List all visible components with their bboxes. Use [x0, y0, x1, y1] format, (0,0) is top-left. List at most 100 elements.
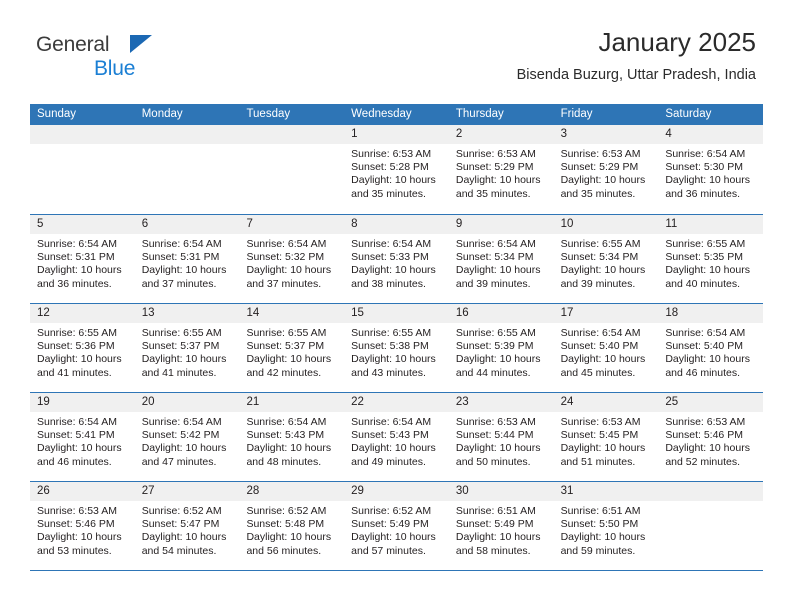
sunrise-text: Sunrise: 6:53 AM [351, 148, 432, 160]
calendar-day-cell[interactable]: 20 Sunrise: 6:54 AM Sunset: 5:42 PM Dayligh… [134, 393, 240, 481]
calendar-day-cell[interactable]: 5 Sunrise: 6:54 AM Sunset: 5:31 PM Daylight… [30, 215, 135, 303]
daylight-text-line2: and 58 minutes. [455, 544, 531, 557]
page-title: January 2025 [598, 27, 756, 57]
calendar-day-cell[interactable]: 16 Sunrise: 6:55 AM Sunset: 5:39 PM Dayligh… [448, 304, 554, 392]
calendar-day-cell[interactable]: 24 Sunrise: 6:53 AM Sunset: 5:45 PM Dayligh… [553, 393, 659, 481]
sunrise-text: Sunrise: 6:54 AM [37, 416, 117, 428]
calendar-page: General Blue January 2025 Bisenda Buzurg… [0, 0, 792, 612]
calendar-day-cell[interactable]: 26 Sunrise: 6:53 AM Sunset: 5:46 PM Dayligh… [30, 482, 135, 570]
sunset-text: Sunset: 5:45 PM [560, 429, 639, 442]
sunset-text: Sunset: 5:46 PM [37, 518, 115, 531]
day-details: Sunrise: 6:55 AM Sunset: 5:37 PM Daylight:… [239, 323, 344, 380]
daylight-text-line1: Daylight: 10 hours [37, 442, 122, 455]
calendar-day-cell[interactable]: 22 Sunrise: 6:54 AM Sunset: 5:43 PM Dayligh… [344, 393, 449, 481]
sunset-text: Sunset: 5:40 PM [665, 340, 743, 353]
day-number: 3 [553, 125, 659, 144]
sunset-text: Sunset: 5:34 PM [455, 251, 534, 264]
daylight-text-line2: and 51 minutes. [560, 455, 636, 468]
calendar-day-cell[interactable]: 8 Sunrise: 6:54 AM Sunset: 5:33 PM Daylight… [344, 215, 449, 303]
day-number: 6 [134, 215, 240, 234]
calendar-day-cell[interactable]: 14 Sunrise: 6:55 AM Sunset: 5:37 PM Dayligh… [239, 304, 345, 392]
day-number [658, 482, 764, 501]
day-details: Sunrise: 6:53 AM Sunset: 5:46 PM Daylight:… [30, 501, 135, 558]
daylight-text-line1: Daylight: 10 hours [351, 442, 436, 455]
calendar-day-cell[interactable]: 7 Sunrise: 6:54 AM Sunset: 5:32 PM Daylight… [239, 215, 345, 303]
daylight-text-line1: Daylight: 10 hours [455, 531, 541, 544]
day-number: 9 [448, 215, 554, 234]
calendar-day-cell[interactable]: 21 Sunrise: 6:54 AM Sunset: 5:43 PM Dayligh… [239, 393, 345, 481]
sunrise-text: Sunrise: 6:53 AM [455, 148, 536, 160]
day-number: 1 [344, 125, 449, 144]
calendar-day-cell[interactable]: 27 Sunrise: 6:52 AM Sunset: 5:47 PM Dayligh… [134, 482, 240, 570]
daylight-text-line1: Daylight: 10 hours [560, 531, 646, 544]
daylight-text-line1: Daylight: 10 hours [37, 531, 122, 544]
sunrise-text: Sunrise: 6:51 AM [455, 505, 536, 517]
day-number: 17 [553, 304, 659, 323]
general-blue-logo[interactable]: General Blue [36, 34, 156, 80]
calendar-day-cell[interactable]: 31 Sunrise: 6:51 AM Sunset: 5:50 PM Dayligh… [553, 482, 659, 570]
calendar-day-cell[interactable]: 6 Sunrise: 6:54 AM Sunset: 5:31 PM Daylight… [134, 215, 240, 303]
sunrise-text: Sunrise: 6:55 AM [560, 238, 641, 250]
daylight-text-line1: Daylight: 10 hours [560, 264, 646, 277]
daylight-text-line2: and 35 minutes. [455, 187, 531, 200]
weekday-header-thursday: Thursday [455, 108, 504, 120]
day-details: Sunrise: 6:54 AM Sunset: 5:43 PM Daylight:… [239, 412, 344, 469]
sunset-text: Sunset: 5:44 PM [455, 429, 534, 442]
calendar-week-row: 12 Sunrise: 6:55 AM Sunset: 5:36 PM Dayligh… [30, 303, 764, 392]
day-details: Sunrise: 6:51 AM Sunset: 5:49 PM Daylight:… [449, 501, 554, 558]
sunset-text: Sunset: 5:33 PM [351, 251, 429, 264]
day-number: 26 [30, 482, 135, 501]
day-number [30, 125, 135, 144]
day-number: 21 [239, 393, 345, 412]
daylight-text-line2: and 45 minutes. [560, 366, 636, 379]
daylight-text-line1: Daylight: 10 hours [665, 264, 750, 277]
calendar-day-cell[interactable]: 12 Sunrise: 6:55 AM Sunset: 5:36 PM Dayligh… [30, 304, 135, 392]
sunrise-text: Sunrise: 6:52 AM [141, 505, 222, 517]
calendar-day-cell[interactable]: 19 Sunrise: 6:54 AM Sunset: 5:41 PM Dayligh… [30, 393, 135, 481]
day-number: 8 [344, 215, 449, 234]
daylight-text-line2: and 39 minutes. [560, 277, 636, 290]
calendar-day-cell[interactable]: 29 Sunrise: 6:52 AM Sunset: 5:49 PM Dayligh… [344, 482, 449, 570]
logo-word-blue: Blue [94, 57, 136, 80]
day-number: 19 [30, 393, 135, 412]
day-details: Sunrise: 6:54 AM Sunset: 5:32 PM Daylight:… [239, 234, 344, 291]
calendar-day-cell[interactable]: 9 Sunrise: 6:54 AM Sunset: 5:34 PM Daylight… [448, 215, 554, 303]
calendar-day-cell[interactable]: 11 Sunrise: 6:55 AM Sunset: 5:35 PM Dayligh… [658, 215, 764, 303]
calendar-day-cell[interactable]: 25 Sunrise: 6:53 AM Sunset: 5:46 PM Dayligh… [658, 393, 764, 481]
calendar-day-cell[interactable]: 4 Sunrise: 6:54 AM Sunset: 5:30 PM Daylight… [658, 125, 764, 214]
calendar-day-cell[interactable]: 18 Sunrise: 6:54 AM Sunset: 5:40 PM Dayligh… [658, 304, 764, 392]
sunset-text: Sunset: 5:41 PM [37, 429, 115, 442]
calendar-day-cell-empty [658, 482, 764, 570]
sunset-text: Sunset: 5:50 PM [560, 518, 639, 531]
daylight-text-line1: Daylight: 10 hours [141, 531, 227, 544]
sunset-text: Sunset: 5:43 PM [246, 429, 325, 442]
calendar-day-cell[interactable]: 23 Sunrise: 6:53 AM Sunset: 5:44 PM Dayligh… [448, 393, 554, 481]
page-header: General Blue January 2025 Bisenda Buzurg… [0, 0, 792, 100]
daylight-text-line2: and 35 minutes. [560, 187, 636, 200]
sunset-text: Sunset: 5:31 PM [37, 251, 115, 264]
calendar-day-cell[interactable]: 30 Sunrise: 6:51 AM Sunset: 5:49 PM Dayligh… [448, 482, 554, 570]
daylight-text-line1: Daylight: 10 hours [351, 531, 436, 544]
calendar-day-cell[interactable]: 2 Sunrise: 6:53 AM Sunset: 5:29 PM Daylight… [448, 125, 554, 214]
day-number: 11 [658, 215, 764, 234]
calendar-day-cell[interactable]: 28 Sunrise: 6:52 AM Sunset: 5:48 PM Dayligh… [239, 482, 345, 570]
calendar-day-cell-empty [239, 125, 345, 214]
daylight-text-line2: and 54 minutes. [141, 544, 217, 557]
calendar-day-cell[interactable]: 3 Sunrise: 6:53 AM Sunset: 5:29 PM Daylight… [553, 125, 659, 214]
sunrise-text: Sunrise: 6:54 AM [455, 238, 536, 250]
calendar-day-cell[interactable]: 17 Sunrise: 6:54 AM Sunset: 5:40 PM Dayligh… [553, 304, 659, 392]
day-details: Sunrise: 6:54 AM Sunset: 5:41 PM Daylight:… [30, 412, 135, 469]
daylight-text-line2: and 42 minutes. [246, 366, 322, 379]
calendar-day-cell[interactable]: 13 Sunrise: 6:55 AM Sunset: 5:37 PM Dayligh… [134, 304, 240, 392]
sunset-text: Sunset: 5:30 PM [665, 161, 743, 174]
day-number: 29 [344, 482, 449, 501]
day-details: Sunrise: 6:54 AM Sunset: 5:40 PM Daylight:… [658, 323, 763, 380]
calendar-day-cell[interactable]: 10 Sunrise: 6:55 AM Sunset: 5:34 PM Dayligh… [553, 215, 659, 303]
calendar-day-cell[interactable]: 1 Sunrise: 6:53 AM Sunset: 5:28 PM Daylight… [344, 125, 449, 214]
calendar-day-cell[interactable]: 15 Sunrise: 6:55 AM Sunset: 5:38 PM Dayligh… [344, 304, 449, 392]
day-details: Sunrise: 6:54 AM Sunset: 5:31 PM Daylight:… [135, 234, 240, 291]
sunset-text: Sunset: 5:49 PM [351, 518, 429, 531]
sunrise-text: Sunrise: 6:55 AM [37, 327, 117, 339]
day-details: Sunrise: 6:54 AM Sunset: 5:43 PM Daylight:… [344, 412, 449, 469]
day-details: Sunrise: 6:55 AM Sunset: 5:35 PM Daylight:… [658, 234, 763, 291]
